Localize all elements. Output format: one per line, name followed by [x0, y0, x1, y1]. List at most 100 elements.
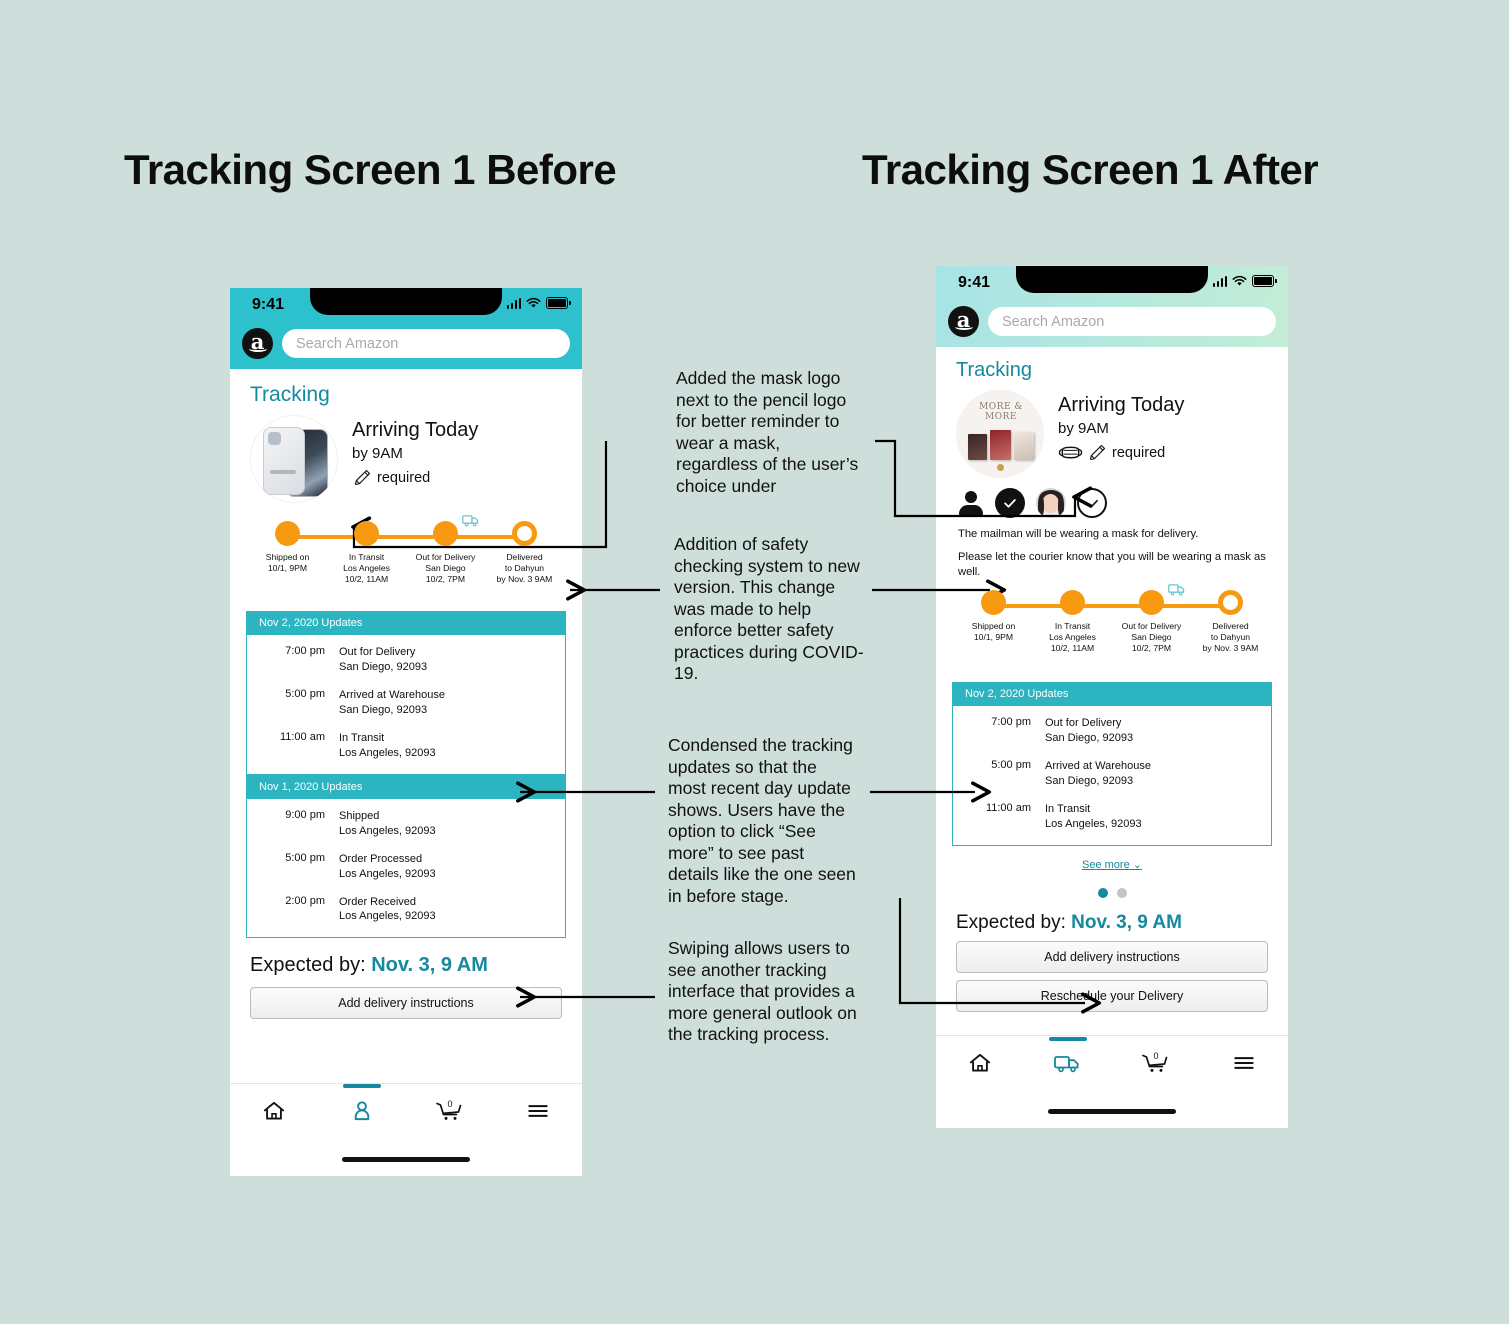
nav-tracking-after[interactable] [1024, 1037, 1112, 1075]
signature-row: required [352, 467, 478, 488]
page-title-after: Tracking Screen 1 After [862, 146, 1319, 193]
expected-by-after: Expected by: Nov. 3, 9 AM [936, 898, 1288, 934]
tracker-dot-done [275, 521, 300, 546]
update-location: Los Angeles, 92093 [1045, 818, 1142, 831]
product-row: Arriving Today by 9AM required [230, 407, 582, 503]
app-header-before: 9:41 a Search Amazon [230, 288, 582, 369]
nav-home-after[interactable] [936, 1050, 1024, 1076]
update-detail: Order Processed Los Angeles, 92093 [339, 852, 436, 882]
tracker-step-label: Shipped on 10/1, 9PM [971, 621, 1016, 643]
updates-group: Nov 2, 2020 Updates 7:00 pm Out for Delive… [246, 611, 566, 775]
update-time: 11:00 am [279, 730, 325, 743]
tracker-dot-done [981, 590, 1006, 616]
signature-label: required [1112, 444, 1166, 461]
expected-value: Nov. 3, 9 AM [1071, 912, 1182, 934]
updates-group-header: Nov 2, 2020 Updates [953, 682, 1271, 707]
update-status: Out for Delivery [339, 646, 416, 658]
notch [310, 288, 502, 315]
phone-case-product-image[interactable] [250, 415, 338, 503]
expected-by-before: Expected by: Nov. 3, 9 AM [230, 938, 582, 977]
cart-icon: 0 [1142, 1051, 1168, 1072]
update-time: 7:00 pm [991, 716, 1031, 729]
annotation-swiping: Swiping allows users to see another trac… [668, 938, 857, 1045]
add-delivery-instructions-button[interactable]: Add delivery instructions [956, 941, 1268, 974]
tracking-heading: Tracking [250, 383, 330, 406]
arriving-title: Arriving Today [1058, 394, 1185, 416]
tracker-step-3: Out for Delivery San Diego 10/2, 7PM [1112, 584, 1191, 654]
update-status: Shipped [339, 809, 380, 822]
reschedule-delivery-button[interactable]: Reschedule your Delivery [956, 980, 1268, 1013]
tracker-step-label: Out for Delivery San Diego 10/2, 7PM [415, 552, 476, 584]
see-more-link[interactable]: See more ⌄ [1082, 859, 1142, 871]
nav-menu-after[interactable] [1200, 1050, 1288, 1076]
update-location: San Diego, 92093 [1045, 775, 1134, 788]
amazon-logo[interactable]: a [948, 306, 979, 337]
update-location: Los Angeles, 92093 [339, 867, 436, 880]
signature-row: required [1058, 442, 1184, 463]
update-row: 7:00 pm Out for Delivery San Diego, 92093 [247, 645, 565, 688]
tracker-step-label: Delivered to Dahyun by Nov. 3 9AM [1202, 621, 1259, 654]
search-input[interactable]: Search Amazon [282, 329, 570, 358]
update-time: 5:00 pm [991, 759, 1031, 772]
pager-dot-2[interactable] [1116, 888, 1127, 899]
nav-selected-indicator [343, 1084, 381, 1088]
tracker-dot-done [433, 521, 458, 546]
bottom-nav-after: 0 [936, 1035, 1288, 1128]
user-avatar [1036, 488, 1066, 518]
tracker-dot-done [354, 521, 379, 546]
tracker-nodes: Shipped on 10/1, 9PM In Transit Los Angeles… [954, 584, 1270, 654]
updates-group: Nov 1, 2020 Updates 9:00 pm Shipped Los Ang… [246, 774, 566, 939]
nav-account-before[interactable] [318, 1084, 406, 1124]
account-icon [354, 1101, 370, 1121]
bottom-nav-before: 0 [230, 1083, 582, 1176]
album-title-text: MORE & MORE [979, 402, 1023, 422]
nav-home-before[interactable] [230, 1098, 318, 1124]
update-time: 9:00 pm [285, 808, 325, 821]
search-input[interactable]: Search Amazon [988, 307, 1276, 336]
update-status: In Transit [1045, 803, 1091, 816]
product-row: MORE & MORE Arriving Today by 9AM requir… [936, 382, 1288, 478]
arriving-title: Arriving Today [352, 419, 479, 441]
check-filled-icon[interactable] [995, 488, 1025, 518]
safety-line-1: The mailman will be wearing a mask for d… [958, 528, 1199, 540]
updates-rows: 9:00 pm Shipped Los Angeles, 92093 5:00 pm O… [247, 798, 565, 938]
see-more-label: See more [1082, 859, 1130, 872]
tracker-step-4: Delivered to Dahyun by Nov. 3 9AM [1191, 590, 1270, 654]
update-row: 7:00 pm Out for Delivery San Diego, 92093 [953, 716, 1271, 759]
album-product-image[interactable]: MORE & MORE [956, 390, 1044, 478]
battery-icon [1252, 275, 1277, 287]
amazon-logo[interactable]: a [242, 328, 273, 359]
person-icon [958, 490, 984, 516]
nav-menu-before[interactable] [494, 1098, 582, 1124]
pencil-icon [354, 469, 371, 486]
tracker-step-2: In Transit Los Angeles 10/2, 11AM [1033, 590, 1112, 654]
update-location: San Diego, 92093 [1045, 732, 1134, 745]
signature-label: required [377, 469, 431, 486]
tracking-progress-after: Shipped on 10/1, 9PM In Transit Los Angeles… [954, 584, 1270, 670]
nav-cart-after[interactable]: 0 [1112, 1050, 1200, 1076]
check-outline-icon[interactable] [1077, 488, 1107, 518]
signal-bars-icon [506, 297, 521, 309]
update-status: In Transit [339, 731, 385, 744]
expected-value: Nov. 3, 9 AM [371, 954, 488, 977]
update-detail: Arrived at Warehouse San Diego, 92093 [339, 688, 445, 718]
annotation-safety-system: Addition of safety checking system to ne… [674, 534, 864, 684]
update-detail: In Transit Los Angeles, 92093 [1045, 802, 1142, 832]
signal-bars-icon [1212, 275, 1227, 287]
carousel-pager[interactable] [936, 875, 1288, 899]
wifi-icon [526, 297, 541, 308]
update-row: 5:00 pm Arrived at Warehouse San Diego, 92… [953, 759, 1271, 802]
phone-mockup-after: 9:41 a Search Amazon Tracking MORE & MOR… [936, 266, 1288, 1128]
pager-dot-1[interactable] [1097, 888, 1108, 899]
notch [1016, 266, 1208, 293]
menu-icon [528, 1105, 548, 1117]
add-delivery-instructions-button[interactable]: Add delivery instructions [250, 987, 562, 1020]
updates-rows: 7:00 pm Out for Delivery San Diego, 92093 5… [953, 706, 1271, 846]
tracking-heading: Tracking [956, 359, 1032, 381]
tracker-step-1: Shipped on 10/1, 9PM [954, 590, 1033, 654]
update-location: San Diego, 92093 [339, 660, 428, 673]
nav-cart-before[interactable]: 0 [406, 1098, 494, 1124]
delivery-truck-icon [461, 515, 478, 527]
update-detail: Order Received Los Angeles, 92093 [339, 895, 436, 925]
expected-label: Expected by: [250, 954, 366, 977]
